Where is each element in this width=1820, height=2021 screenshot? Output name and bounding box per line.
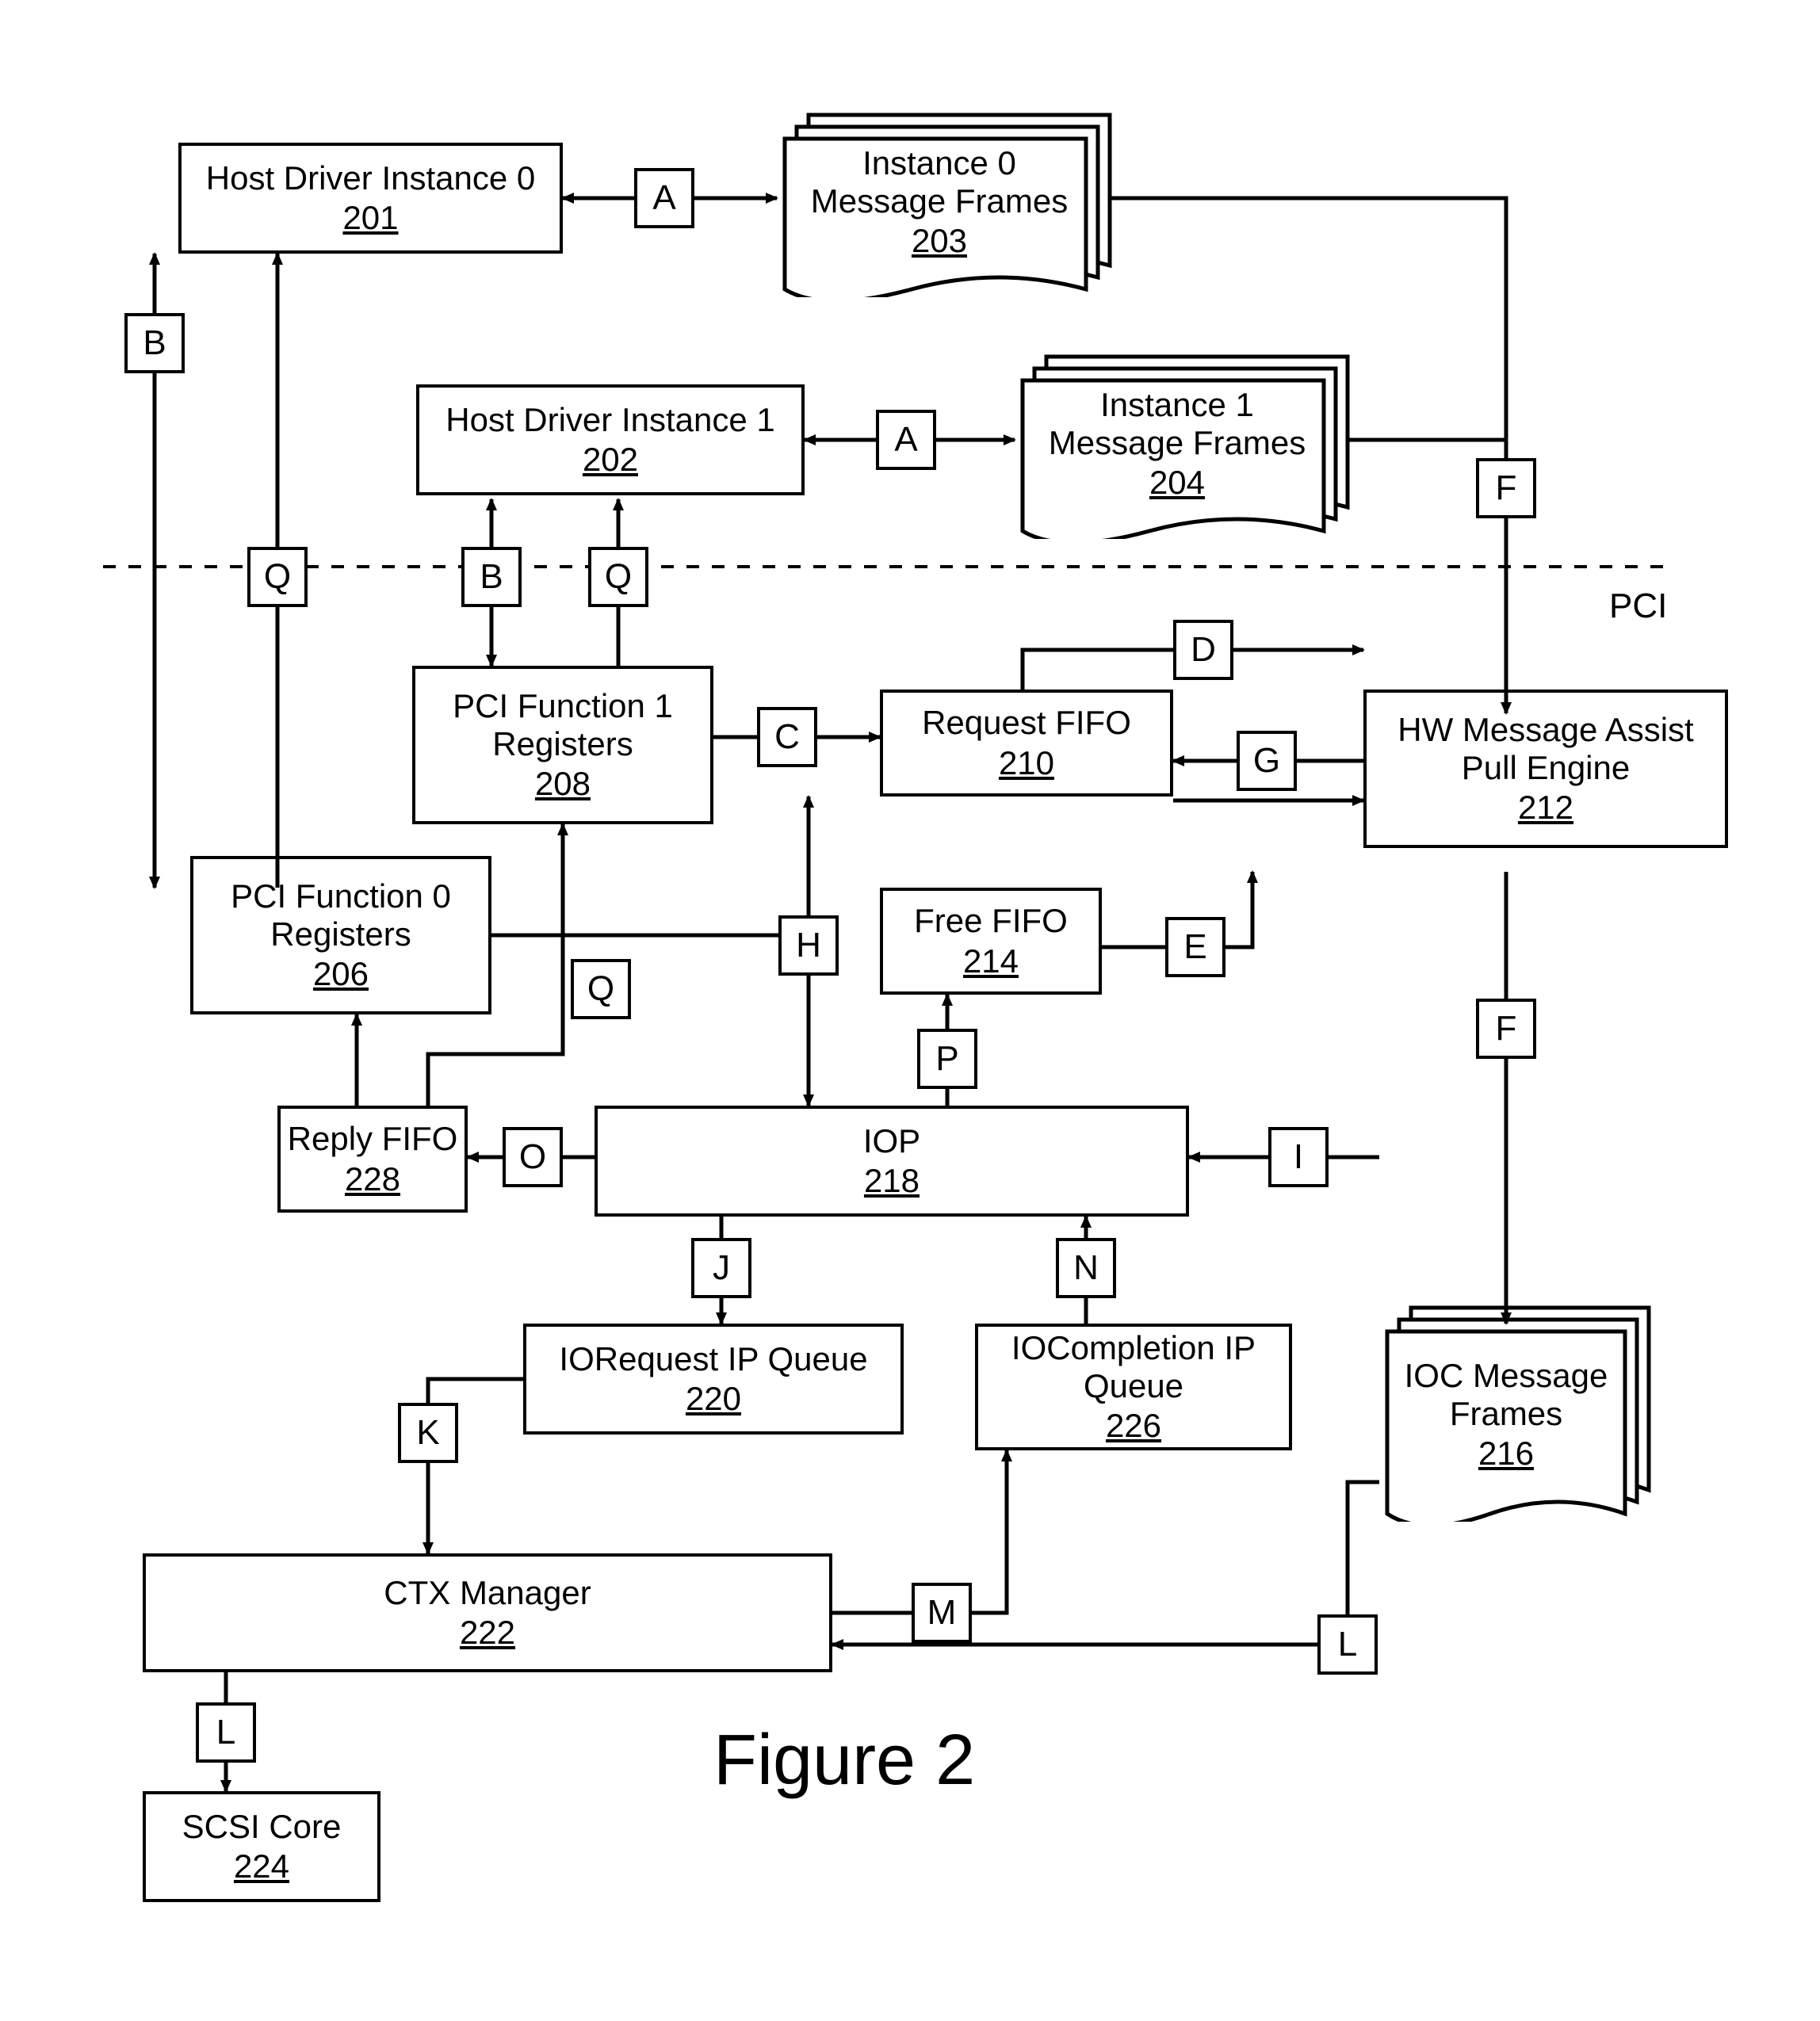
iocomp-l2: Queue <box>1084 1367 1183 1405</box>
edge-A-2: A <box>876 410 936 470</box>
hdi0-label: Host Driver Instance 0 <box>206 159 536 197</box>
edge-I: I <box>1268 1127 1329 1187</box>
edge-Q-3: Q <box>571 959 631 1019</box>
freefifo-label: Free FIFO <box>914 902 1068 940</box>
edge-B-2: B <box>461 547 522 607</box>
edge-L-2: L <box>1317 1614 1378 1675</box>
block-host-driver-0: Host Driver Instance 0 201 <box>178 143 563 254</box>
edge-M: M <box>912 1583 972 1643</box>
block-host-driver-1: Host Driver Instance 1 202 <box>416 384 805 495</box>
hwma-l1: HW Message Assist <box>1398 711 1693 749</box>
scsi-ref: 224 <box>234 1847 289 1885</box>
block-reply-fifo: Reply FIFO 228 <box>277 1106 468 1213</box>
block-scsi-core: SCSI Core 224 <box>143 1791 380 1902</box>
edge-O: O <box>503 1127 563 1187</box>
reply-ref: 228 <box>345 1160 400 1198</box>
pci0-ref: 206 <box>313 955 369 993</box>
reqfifo-ref: 210 <box>999 744 1054 782</box>
scsi-label: SCSI Core <box>182 1808 342 1846</box>
pci1-l1: PCI Function 1 <box>453 687 673 725</box>
mf0-l1: Instance 0 <box>862 144 1016 182</box>
pci0-l2: Registers <box>270 915 411 953</box>
hwma-ref: 212 <box>1518 789 1573 827</box>
hdi1-ref: 202 <box>583 441 638 479</box>
mf1-l2: Message Frames <box>1049 424 1306 462</box>
edge-Q-1: Q <box>247 547 308 607</box>
iocmf-l1: IOC Message <box>1405 1357 1608 1395</box>
block-request-fifo: Request FIFO 210 <box>880 690 1173 797</box>
hwma-l2: Pull Engine <box>1462 749 1630 787</box>
pci-bus-label: PCI <box>1609 586 1667 626</box>
edge-J: J <box>691 1238 751 1298</box>
pci0-l1: PCI Function 0 <box>231 877 451 915</box>
block-ctx-manager: CTX Manager 222 <box>143 1553 832 1672</box>
block-iop: IOP 218 <box>595 1106 1189 1217</box>
edge-L-1: L <box>196 1702 256 1763</box>
ctx-label: CTX Manager <box>384 1574 591 1612</box>
edge-B-1: B <box>124 313 185 373</box>
doc-mf0-text: Instance 0 Message Frames 203 <box>789 135 1090 269</box>
block-iorequest-queue: IORequest IP Queue 220 <box>523 1324 904 1435</box>
freefifo-ref: 214 <box>963 942 1019 980</box>
ioreq-label: IORequest IP Queue <box>559 1340 867 1378</box>
mf1-l1: Instance 1 <box>1100 386 1254 424</box>
reqfifo-label: Request FIFO <box>922 704 1131 742</box>
edge-F-2: F <box>1476 999 1536 1059</box>
mf0-ref: 203 <box>912 222 967 260</box>
edge-C: C <box>757 707 817 767</box>
block-pci-func-0: PCI Function 0 Registers 206 <box>190 856 491 1014</box>
iocomp-l1: IOCompletion IP <box>1011 1329 1256 1367</box>
edge-E: E <box>1165 917 1225 977</box>
pci1-l2: Registers <box>492 725 633 763</box>
edge-K: K <box>398 1403 458 1463</box>
block-free-fifo: Free FIFO 214 <box>880 888 1102 995</box>
edge-D: D <box>1173 620 1233 680</box>
edge-A-1: A <box>634 168 694 228</box>
ioreq-ref: 220 <box>686 1380 741 1418</box>
edge-N: N <box>1056 1238 1116 1298</box>
iop-label: IOP <box>863 1122 920 1160</box>
pci1-ref: 208 <box>535 765 591 803</box>
iop-ref: 218 <box>864 1162 920 1200</box>
hdi1-label: Host Driver Instance 1 <box>445 401 775 439</box>
figure-title: Figure 2 <box>713 1720 975 1801</box>
doc-iocmf-text: IOC Message Frames 216 <box>1387 1339 1625 1490</box>
ctx-ref: 222 <box>460 1614 515 1652</box>
block-hw-message-assist: HW Message Assist Pull Engine 212 <box>1363 690 1728 848</box>
mf1-ref: 204 <box>1149 464 1205 502</box>
doc-mf1-text: Instance 1 Message Frames 204 <box>1027 376 1328 511</box>
block-pci-func-1: PCI Function 1 Registers 208 <box>412 666 713 824</box>
reply-label: Reply FIFO <box>288 1120 458 1158</box>
iocmf-ref: 216 <box>1478 1435 1534 1473</box>
iocomp-ref: 226 <box>1106 1407 1161 1445</box>
hdi0-ref: 201 <box>342 199 398 237</box>
edge-F-1: F <box>1476 458 1536 518</box>
edge-P: P <box>917 1029 977 1089</box>
iocmf-l2: Frames <box>1450 1395 1562 1433</box>
block-iocompletion-queue: IOCompletion IP Queue 226 <box>975 1324 1292 1450</box>
mf0-l2: Message Frames <box>811 182 1068 220</box>
diagram-canvas: Instance 0 Message Frames 203 Instance 1… <box>0 0 1820 2021</box>
edge-H: H <box>778 915 839 976</box>
edge-Q-2: Q <box>588 547 648 607</box>
edge-G: G <box>1237 731 1297 791</box>
